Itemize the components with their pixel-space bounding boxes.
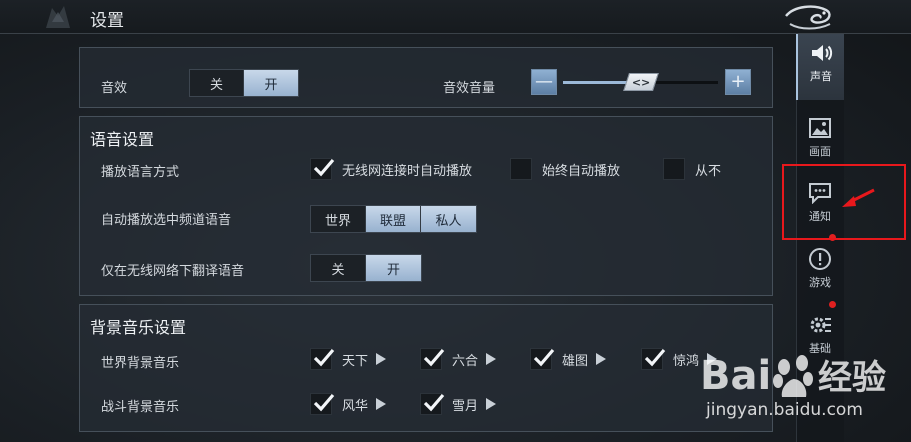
world-track-liuhe[interactable]: 六合	[420, 347, 497, 371]
sidebar-item-label: 画面	[809, 145, 831, 158]
checkbox-box	[641, 348, 666, 370]
checkmark-icon	[423, 393, 445, 412]
checkbox-box	[420, 348, 445, 370]
page-title: 设置	[90, 11, 124, 31]
sound-effects-label: 音效	[101, 81, 128, 96]
checkmark-icon	[533, 348, 555, 367]
checkmark-icon	[313, 158, 335, 177]
playback-never-checkbox[interactable]: 从不	[663, 157, 721, 181]
channel-alliance-button[interactable]: 联盟	[366, 206, 421, 232]
watermark-url: jingyan.baidu.com	[706, 400, 863, 420]
playback-always-checkbox[interactable]: 始终自动播放	[510, 157, 620, 181]
wifi-translate-toggle: 关 开	[310, 254, 422, 282]
checkmark-icon	[313, 348, 335, 367]
track-label: 天下	[342, 353, 369, 369]
auto-play-channel-label: 自动播放选中频道语音	[101, 213, 232, 228]
sidebar-item-label: 游戏	[809, 276, 831, 289]
svg-text:Bai: Bai	[700, 353, 771, 399]
checkmark-icon	[423, 348, 445, 367]
baidu-jingyan-watermark-logo: Bai 经验	[700, 353, 886, 399]
channel-world-button[interactable]: 世界	[311, 206, 366, 232]
annotation-arrow-icon	[842, 188, 875, 207]
checkbox-box	[310, 393, 335, 415]
track-label: 风华	[342, 398, 369, 414]
wifi-translate-off-button[interactable]: 关	[311, 255, 366, 281]
sidebar-item-sound[interactable]: 声音	[796, 34, 844, 100]
sound-effects-off-button[interactable]: 关	[190, 70, 244, 96]
battle-track-fenghua[interactable]: 风华	[310, 392, 387, 416]
play-icon[interactable]	[376, 398, 387, 410]
checkbox-box	[310, 158, 335, 180]
track-label: 雄图	[562, 353, 589, 369]
wifi-translate-on-button[interactable]: 开	[366, 255, 421, 281]
sound-effects-panel: 音效 关 开 音效音量	[79, 47, 773, 108]
track-label: 六合	[452, 353, 479, 369]
picture-icon	[808, 117, 832, 139]
track-label: 惊鸿	[673, 353, 700, 369]
sidebar-item-label: 声音	[810, 70, 832, 83]
play-icon[interactable]	[486, 398, 497, 410]
sound-effects-on-button[interactable]: 开	[244, 70, 298, 96]
checkbox-box	[663, 158, 685, 180]
battle-track-xueyue[interactable]: 雪月	[420, 392, 497, 416]
title-bar: 设置	[0, 0, 911, 34]
checkbox-label: 从不	[695, 163, 722, 179]
sfx-volume-label: 音效音量	[443, 81, 496, 96]
channel-selector: 世界 联盟 私人	[310, 205, 477, 233]
channel-private-button[interactable]: 私人	[421, 206, 476, 232]
volume-increase-button[interactable]: +	[725, 69, 751, 95]
gear-icon	[808, 314, 832, 336]
wifi-translate-label: 仅在无线网络下翻译语音	[101, 264, 245, 279]
checkbox-box	[510, 158, 532, 180]
play-icon[interactable]	[596, 353, 607, 365]
checkbox-box	[530, 348, 555, 370]
header-divider	[0, 33, 911, 34]
track-label: 雪月	[452, 398, 479, 414]
playback-wifi-auto-checkbox[interactable]: 无线网连接时自动播放	[310, 157, 472, 181]
checkmark-icon	[313, 393, 335, 412]
exclamation-circle-icon	[808, 248, 832, 270]
volume-decrease-button[interactable]: —	[531, 69, 557, 95]
sidebar-item-display[interactable]: 画面	[796, 109, 844, 167]
speaker-icon	[809, 42, 833, 64]
sidebar-item-game[interactable]: 游戏	[796, 240, 844, 298]
voice-settings-title: 语音设置	[90, 130, 155, 149]
checkbox-box	[420, 393, 445, 415]
play-icon[interactable]	[376, 353, 387, 365]
checkbox-label: 始终自动播放	[542, 163, 621, 179]
svg-text:经验: 经验	[818, 358, 886, 398]
battle-music-label: 战斗背景音乐	[101, 400, 180, 415]
dragon-logo-icon	[785, 5, 831, 30]
world-track-tianxia[interactable]: 天下	[310, 347, 387, 371]
world-music-label: 世界背景音乐	[101, 356, 180, 371]
checkbox-box	[310, 348, 335, 370]
volume-slider-handle[interactable]: <>	[623, 73, 659, 91]
playback-mode-label: 播放语言方式	[101, 165, 180, 180]
sound-effects-toggle: 关 开	[189, 69, 299, 97]
checkmark-icon	[644, 348, 666, 367]
background-music-title: 背景音乐设置	[90, 318, 187, 337]
emblem-icon	[46, 6, 70, 28]
play-icon[interactable]	[486, 353, 497, 365]
world-track-xiongtu[interactable]: 雄图	[530, 347, 607, 371]
checkbox-label: 无线网连接时自动播放	[342, 163, 473, 179]
